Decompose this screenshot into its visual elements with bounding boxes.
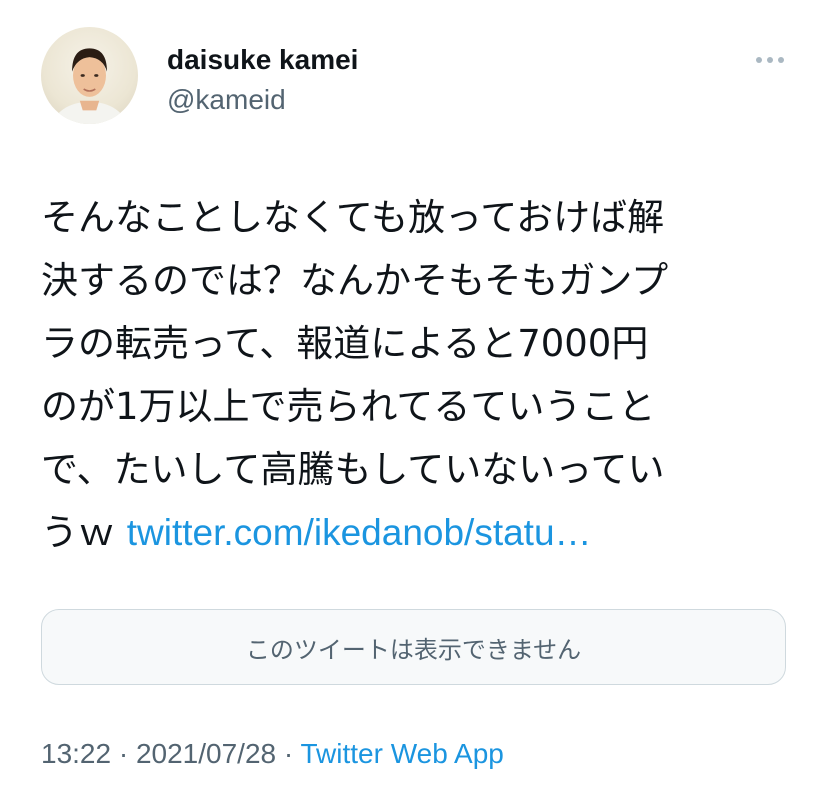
tweet-link[interactable]: twitter.com/ikedanob/statu…	[127, 512, 592, 553]
tweet-source-link[interactable]: Twitter Web App	[301, 738, 504, 769]
tweet-text: そんなことしなくても放っておけば解 決するのでは？なんかそもそもガンプ ラの転売…	[41, 186, 791, 564]
tweet-text-line: そんなことしなくても放っておけば解	[41, 196, 665, 239]
tweet-text-line: のが1万以上で売られてるていうこと	[41, 385, 656, 428]
tweet-date[interactable]: 2021/07/28	[136, 738, 276, 769]
author-display-name[interactable]: daisuke kamei	[167, 44, 358, 76]
meta-separator: ·	[111, 738, 136, 769]
quote-tweet-unavailable-card[interactable]: このツイートは表示できません	[41, 609, 786, 685]
avatar[interactable]	[41, 27, 138, 124]
more-horizontal-icon[interactable]	[748, 48, 792, 72]
tweet-text-line: ラの転売って、報道によると7000円	[41, 322, 649, 365]
user-avatar-photo-icon	[52, 48, 127, 124]
tweet-text-line: 決するのでは？なんかそもそもガンプ	[41, 259, 669, 302]
tweet-text-line: で、たいして高騰もしていないってい	[41, 448, 665, 491]
more-dot	[767, 57, 773, 63]
meta-separator: ·	[276, 738, 301, 769]
tweet-text-line-last: うｗ twitter.com/ikedanob/statu…	[41, 501, 791, 564]
quote-unavailable-text: このツイートは表示できません	[245, 635, 582, 664]
more-dot	[756, 57, 762, 63]
more-dot	[778, 57, 784, 63]
tweet-time[interactable]: 13:22	[41, 738, 111, 769]
tweet-text-prefix: うｗ	[41, 511, 127, 554]
author-handle[interactable]: @kameid	[167, 84, 286, 116]
tweet-metadata: 13:22 · 2021/07/28 · Twitter Web App	[41, 737, 504, 771]
